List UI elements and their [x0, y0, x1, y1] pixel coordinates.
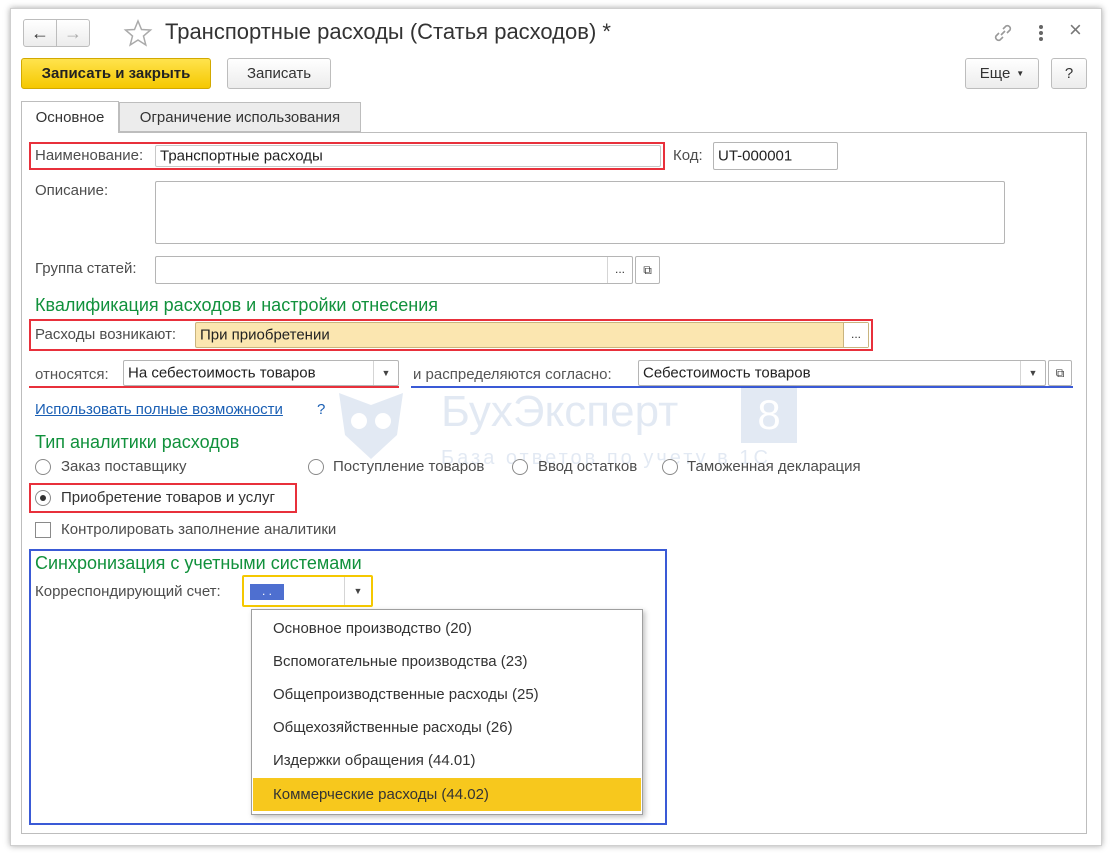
- list-item[interactable]: Общехозяйственные расходы (26): [253, 711, 641, 744]
- list-item[interactable]: Вспомогательные производства (23): [253, 645, 641, 678]
- tab-usage-restrictions[interactable]: Ограничение использования: [119, 102, 361, 132]
- open-window-icon: ⧉: [1055, 365, 1065, 380]
- group-label: Группа статей:: [35, 260, 137, 277]
- arise-label: Расходы возникают:: [35, 326, 177, 343]
- relate-label: относятся:: [35, 366, 109, 383]
- distribute-label: и распределяются согласно:: [413, 366, 612, 383]
- radio-goods-receipt-label[interactable]: Поступление товаров: [333, 458, 484, 475]
- relate-value: На себестоимость товаров: [128, 364, 316, 382]
- close-icon[interactable]: ×: [1069, 17, 1082, 43]
- relate-dropdown-icon[interactable]: ▼: [373, 361, 398, 385]
- section-sync-title: Синхронизация с учетными системами: [35, 553, 362, 573]
- name-value: Транспортные расходы: [160, 147, 323, 165]
- code-field[interactable]: UT-000001: [713, 142, 838, 170]
- open-window-icon: ⧉: [643, 262, 652, 277]
- more-label: Еще: [979, 65, 1011, 82]
- help-question-icon[interactable]: ?: [317, 401, 325, 418]
- code-label: Код:: [673, 147, 703, 164]
- relate-underline: [29, 386, 399, 388]
- save-and-close-button[interactable]: Записать и закрыть: [21, 58, 211, 89]
- link-icon[interactable]: [991, 21, 1015, 45]
- distribute-dropdown-icon[interactable]: ▼: [1020, 361, 1045, 385]
- section-qualification-title: Квалификация расходов и настройки отнесе…: [35, 295, 439, 315]
- window-title: Транспортные расходы (Статья расходов) *: [165, 19, 611, 44]
- star-icon[interactable]: [123, 18, 153, 48]
- kebab-menu-icon[interactable]: [1035, 21, 1047, 45]
- control-analytics-label[interactable]: Контролировать заполнение аналитики: [61, 521, 336, 538]
- account-dropdown-icon[interactable]: ▼: [344, 577, 371, 605]
- radio-purchase-goods-services-label[interactable]: Приобретение товаров и услуг: [61, 489, 275, 506]
- radio-supplier-order-label[interactable]: Заказ поставщику: [61, 458, 186, 475]
- radio-purchase-goods-services-label-clip: Приобретение товаров и услуг: [61, 489, 293, 506]
- full-features-link[interactable]: Использовать полные возможности: [35, 401, 283, 418]
- account-value: . .: [250, 584, 284, 600]
- list-item[interactable]: Издержки обращения (44.01): [253, 744, 641, 777]
- distribute-underline: [411, 386, 1073, 388]
- form-window: ← → Транспортные расходы (Статья расходо…: [10, 8, 1102, 846]
- chevron-down-icon: ▼: [1016, 69, 1025, 78]
- tab-main[interactable]: Основное: [21, 101, 119, 133]
- save-button[interactable]: Записать: [227, 58, 331, 89]
- list-item[interactable]: Общепроизводственные расходы (25): [253, 678, 641, 711]
- description-label: Описание:: [35, 182, 109, 199]
- radio-purchase-goods-services[interactable]: [35, 490, 51, 506]
- account-label: Корреспондирующий счет:: [35, 583, 221, 600]
- account-field[interactable]: . . ▼: [242, 575, 373, 607]
- radio-supplier-order[interactable]: [35, 459, 51, 475]
- more-button[interactable]: Еще ▼: [965, 58, 1039, 89]
- radio-customs-declaration-label[interactable]: Таможенная декларация: [687, 458, 861, 475]
- control-analytics-checkbox[interactable]: [35, 522, 51, 538]
- name-field[interactable]: Транспортные расходы: [155, 145, 661, 167]
- arise-field[interactable]: При приобретении ...: [195, 322, 869, 348]
- forward-button[interactable]: →: [56, 19, 90, 47]
- relate-field[interactable]: На себестоимость товаров ▼: [123, 360, 399, 386]
- arise-select-button[interactable]: ...: [843, 323, 868, 347]
- radio-opening-balances-label[interactable]: Ввод остатков: [538, 458, 637, 475]
- arise-value: При приобретении: [200, 326, 330, 344]
- list-item[interactable]: Основное производство (20): [253, 612, 641, 645]
- arrow-right-icon: →: [64, 22, 82, 43]
- radio-customs-declaration[interactable]: [662, 459, 678, 475]
- back-button[interactable]: ←: [23, 19, 57, 47]
- radio-goods-receipt[interactable]: [308, 459, 324, 475]
- code-value: UT-000001: [718, 147, 793, 165]
- group-field[interactable]: ...: [155, 256, 633, 284]
- distribute-value: Себестоимость товаров: [643, 364, 811, 382]
- distribute-field[interactable]: Себестоимость товаров ▼: [638, 360, 1046, 386]
- group-open-button[interactable]: ⧉: [635, 256, 660, 284]
- section-analytics-title: Тип аналитики расходов: [35, 432, 240, 452]
- list-item-selected[interactable]: Коммерческие расходы (44.02): [253, 778, 641, 811]
- description-field[interactable]: [155, 181, 1005, 244]
- radio-opening-balances[interactable]: [512, 459, 528, 475]
- account-dropdown-list: Основное производство (20) Вспомогательн…: [251, 609, 643, 815]
- help-button[interactable]: ?: [1051, 58, 1087, 89]
- group-select-button[interactable]: ...: [607, 257, 632, 283]
- name-label: Наименование:: [35, 147, 144, 164]
- arrow-left-icon: ←: [31, 22, 49, 43]
- distribute-open-button[interactable]: ⧉: [1048, 360, 1072, 386]
